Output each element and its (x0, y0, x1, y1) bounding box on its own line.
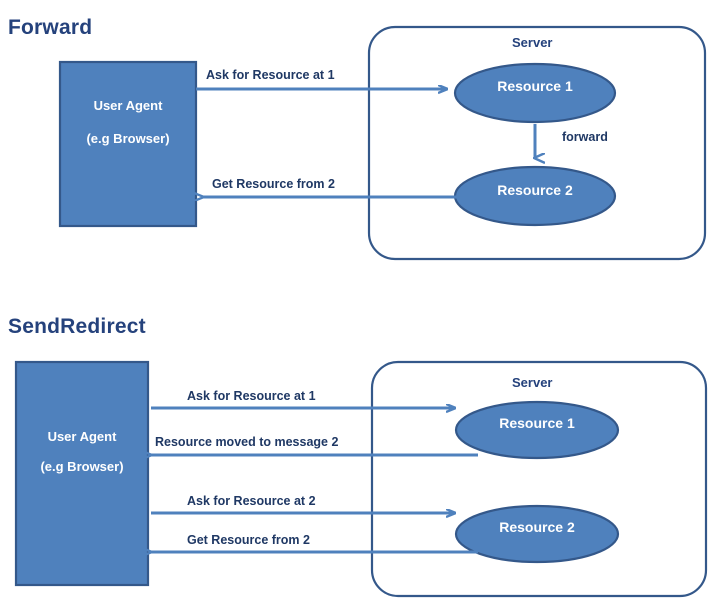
forward-message-2-label: Get Resource from 2 (212, 177, 335, 191)
forward-client-label-line1: User Agent (93, 98, 163, 113)
section-title-sendredirect: SendRedirect (8, 315, 146, 338)
section-title-forward: Forward (8, 16, 93, 39)
sendredirect-client-label-line1: User Agent (47, 429, 117, 444)
sendredirect-server-label: Server (512, 375, 553, 390)
forward-resource-2-label: Resource 2 (497, 182, 573, 198)
forward-resource-1-label: Resource 1 (497, 78, 573, 94)
forward-internal-edge-label: forward (562, 130, 608, 144)
sendredirect-message-3-label: Ask for Resource at 2 (187, 494, 316, 508)
sendredirect-message-2-label: Resource moved to message 2 (155, 435, 339, 449)
forward-message-1-label: Ask for Resource at 1 (206, 68, 335, 82)
forward-client-label-line2: (e.g Browser) (86, 131, 170, 146)
diagram-canvas: Forward User Agent (e.g Browser) Server … (0, 0, 714, 607)
forward-message-1-arrow (196, 62, 447, 226)
sendredirect-resource-2-label: Resource 2 (499, 519, 575, 535)
forward-server-label: Server (512, 35, 553, 50)
sendredirect-resource-1-label: Resource 1 (499, 415, 575, 431)
sendredirect-message-1-label: Ask for Resource at 1 (187, 389, 316, 403)
sendredirect-client-label-line2: (e.g Browser) (40, 459, 124, 474)
sendredirect-message-4-label: Get Resource from 2 (187, 533, 310, 547)
